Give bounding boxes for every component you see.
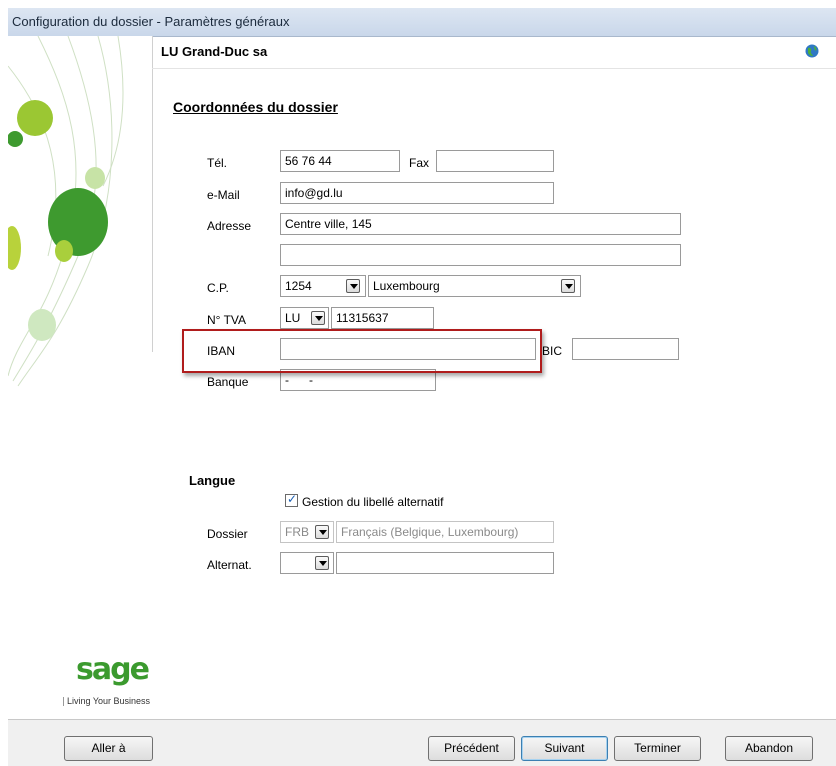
dossier-lang-name-field: Français (Belgique, Luxembourg) [336,521,554,543]
alternat-lang-dropdown-icon[interactable] [315,556,329,570]
bic-input[interactable] [572,338,679,360]
iban-highlight-frame [182,329,542,373]
alternat-lang-name-field[interactable] [336,552,554,574]
cp-dropdown-icon[interactable] [346,279,360,293]
tva-country-value: LU [285,311,301,325]
email-input[interactable]: info@gd.lu [280,182,554,204]
next-button[interactable]: Suivant [521,736,608,761]
globe-icon [805,44,819,58]
adresse-label: Adresse [207,219,252,233]
fax-input[interactable] [436,150,554,172]
dossier-lang-label: Dossier [207,527,248,541]
previous-button[interactable]: Précédent [428,736,515,761]
city-select[interactable]: Luxembourg [368,275,581,297]
finish-button[interactable]: Terminer [614,736,701,761]
decorative-sidebar: sage Living Your Business [3,35,152,719]
cp-value: 1254 [285,279,312,293]
window-frame [0,0,8,766]
tel-input[interactable]: 56 76 44 [280,150,400,172]
alternat-lang-label: Alternat. [207,558,252,572]
title-bar: Configuration du dossier - Paramètres gé… [8,8,836,37]
dossier-lang-dropdown-icon[interactable] [315,525,329,539]
logo-tagline: Living Your Business [62,696,151,706]
leaf-decoration-icon [3,35,124,387]
sidebar-divider [152,36,153,352]
alt-label-checkbox-text: Gestion du libellé alternatif [302,495,444,509]
tva-label: N° TVA [207,313,247,327]
sage-logo: sage [76,652,150,687]
header-separator [152,68,836,69]
fax-label: Fax [409,156,430,170]
dossier-lang-code: FRB [285,525,309,539]
window-title: Configuration du dossier - Paramètres gé… [12,14,290,29]
banque-label: Banque [207,375,249,389]
alt-label-checkbox[interactable]: ✓ [285,492,298,507]
city-value: Luxembourg [373,279,440,293]
bic-label: BIC [542,344,563,358]
city-dropdown-icon[interactable] [561,279,575,293]
tel-label: Tél. [207,156,228,170]
section-title-coordonnees: Coordonnées du dossier [173,99,338,115]
email-label: e-Mail [207,188,240,202]
cancel-button[interactable]: Abandon [725,736,813,761]
tva-country-dropdown-icon[interactable] [311,311,325,325]
adresse-input-line2[interactable] [280,244,681,266]
adresse-input-line1[interactable]: Centre ville, 145 [280,213,681,235]
section-title-langue: Langue [189,473,236,488]
goto-button[interactable]: Aller à [64,736,153,761]
company-name: LU Grand-Duc sa [161,44,268,59]
tva-number-input[interactable]: 11315637 [331,307,434,329]
checkmark-icon: ✓ [287,492,298,506]
cp-label: C.P. [207,281,229,295]
